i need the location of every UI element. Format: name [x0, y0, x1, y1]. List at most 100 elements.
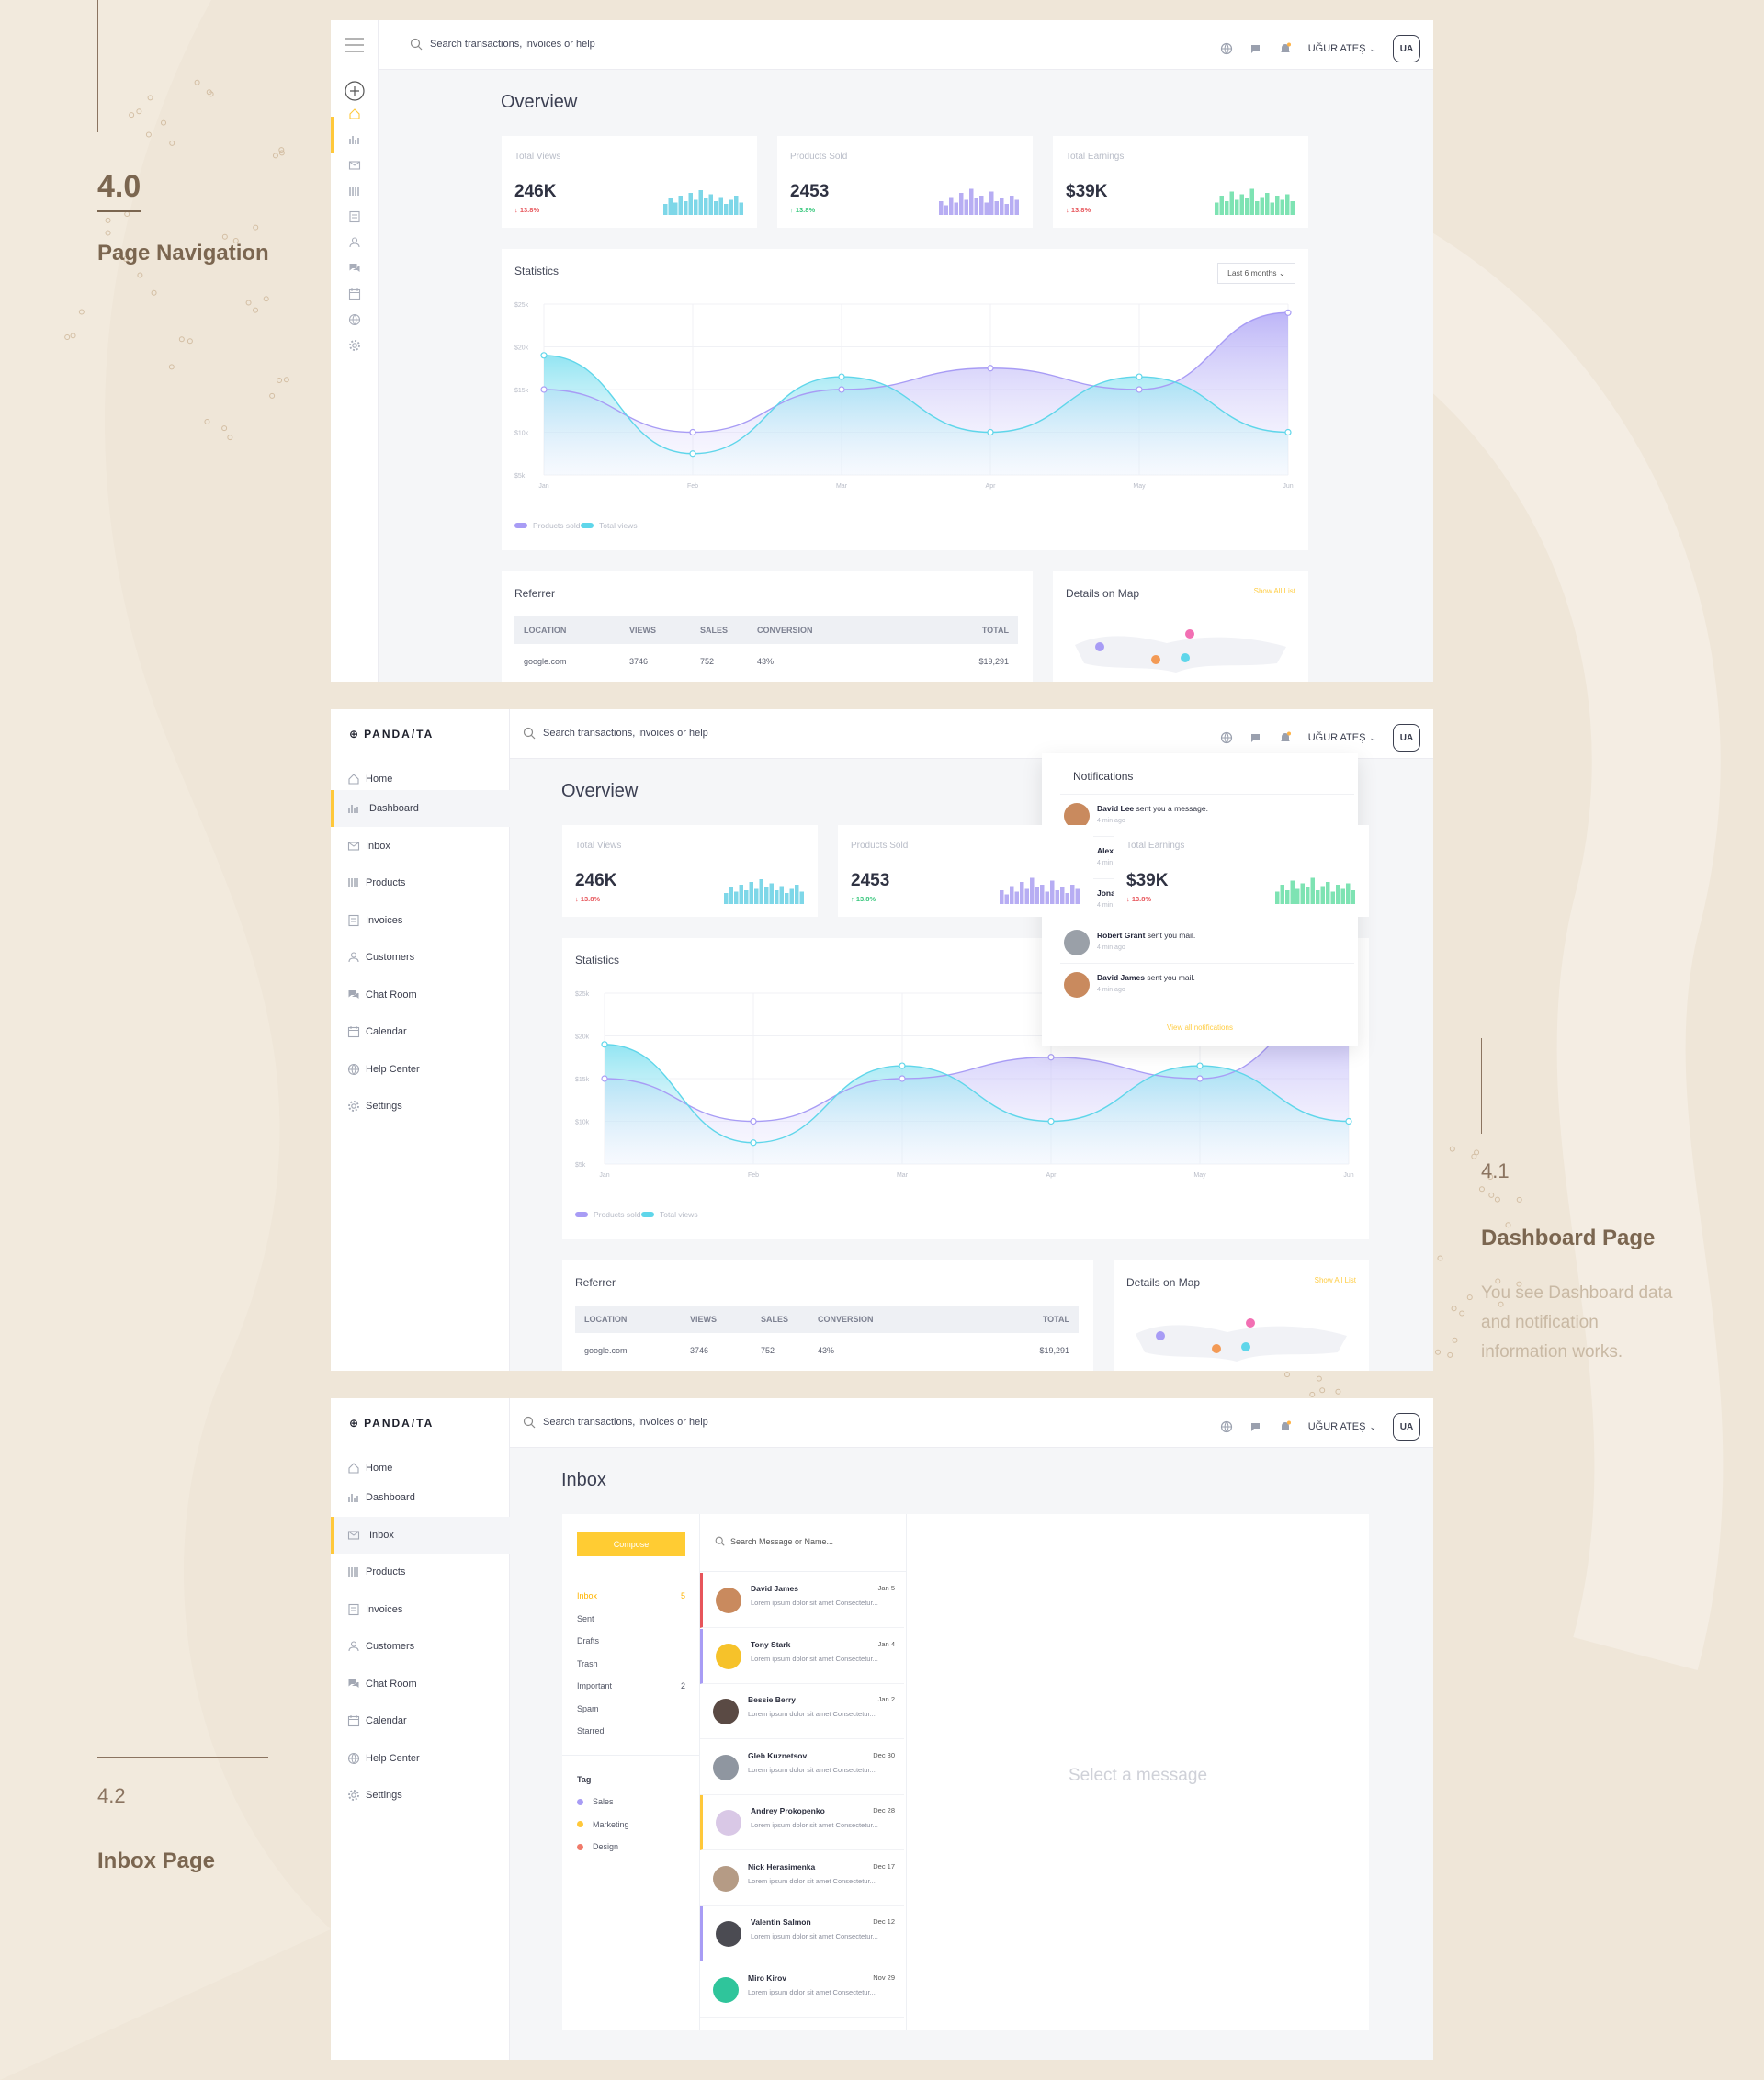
- view-all-notifications-link[interactable]: View all notifications: [1042, 1023, 1358, 1032]
- message-search-input[interactable]: Search Message or Name...: [715, 1536, 833, 1546]
- user-avatar[interactable]: UA: [1393, 1413, 1420, 1441]
- chat-icon[interactable]: [1250, 42, 1262, 55]
- nav-item-customers[interactable]: Customers: [331, 939, 510, 976]
- table-row[interactable]: google.com 3746 752 43% $19,291: [514, 648, 1018, 675]
- nav-item-products[interactable]: Products: [331, 865, 510, 901]
- nav-item-dashboard[interactable]: Dashboard: [331, 790, 510, 827]
- folder-starred[interactable]: Starred: [577, 1726, 685, 1735]
- app-logo[interactable]: ⊕ PANDA/TA: [349, 728, 434, 740]
- chart-icon[interactable]: [348, 133, 361, 146]
- message-item[interactable]: Tony Stark Jan 4 Lorem ipsum dolor sit ame…: [700, 1628, 904, 1684]
- notification-item[interactable]: Robert Grant sent you mail. 4 min ago: [1060, 921, 1354, 963]
- range-dropdown[interactable]: Last 6 months ⌄: [1217, 263, 1295, 284]
- nav-item-help-center[interactable]: Help Center: [331, 1051, 510, 1088]
- tag-design[interactable]: Design: [577, 1842, 618, 1851]
- nav-item-calendar[interactable]: Calendar: [331, 1702, 510, 1739]
- home-icon[interactable]: [348, 107, 361, 120]
- search-input[interactable]: Search transactions, invoices or help: [410, 38, 595, 51]
- show-all-link[interactable]: Show All List: [1315, 1276, 1356, 1284]
- tag-marketing[interactable]: Marketing: [577, 1820, 629, 1829]
- user-name[interactable]: UĞUR ATEŞ: [1308, 43, 1366, 54]
- nav-item-inbox[interactable]: Inbox: [331, 1516, 510, 1554]
- folder-spam[interactable]: Spam: [577, 1704, 685, 1713]
- nav-item-dashboard[interactable]: Dashboard: [331, 1479, 510, 1516]
- search-input[interactable]: Search transactions, invoices or help: [523, 727, 708, 740]
- nav-item-chat-room[interactable]: Chat Room: [331, 1666, 510, 1702]
- column-header[interactable]: CONVERSION: [757, 626, 813, 635]
- column-header[interactable]: LOCATION: [584, 1315, 627, 1324]
- bell-icon[interactable]: [1279, 42, 1292, 55]
- notification-text: David James sent you mail.: [1097, 973, 1195, 982]
- message-item[interactable]: David James Jan 5 Lorem ipsum dolor sit am…: [700, 1573, 904, 1628]
- globe-icon[interactable]: [1220, 1420, 1233, 1433]
- chat-icon[interactable]: [1250, 731, 1262, 744]
- show-all-link[interactable]: Show All List: [1254, 587, 1295, 595]
- message-item[interactable]: Miro Kirov Nov 29 Lorem ipsum dolor sit am…: [700, 1961, 904, 2018]
- products-icon[interactable]: [348, 185, 361, 198]
- gear-icon[interactable]: [348, 339, 361, 352]
- column-header[interactable]: VIEWS: [690, 1315, 717, 1324]
- column-header[interactable]: SALES: [700, 626, 728, 635]
- user-avatar[interactable]: UA: [1393, 35, 1420, 62]
- calendar-icon[interactable]: [348, 288, 361, 300]
- table-cell: 43%: [757, 657, 775, 666]
- app-logo[interactable]: ⊕ PANDA/TA: [349, 1417, 434, 1430]
- nav-item-customers[interactable]: Customers: [331, 1628, 510, 1665]
- chevron-down-icon[interactable]: ⌄: [1369, 1422, 1376, 1432]
- folder-sent[interactable]: Sent: [577, 1614, 685, 1623]
- nav-item-help-center[interactable]: Help Center: [331, 1740, 510, 1777]
- nav-item-chat-room[interactable]: Chat Room: [331, 977, 510, 1013]
- column-header[interactable]: VIEWS: [629, 626, 656, 635]
- chevron-down-icon[interactable]: ⌄: [1369, 44, 1376, 54]
- sparkline-bar: [779, 886, 784, 904]
- sparkline-bar: [718, 197, 723, 215]
- sparkline-bar: [789, 888, 794, 904]
- nav-item-inbox[interactable]: Inbox: [331, 828, 510, 865]
- column-header[interactable]: TOTAL: [982, 626, 1009, 635]
- nav-item-settings[interactable]: Settings: [331, 1088, 510, 1125]
- folder-inbox[interactable]: Inbox 5: [577, 1591, 685, 1600]
- search-input[interactable]: Search transactions, invoices or help: [523, 1416, 708, 1429]
- sparkline-bar: [1330, 891, 1335, 904]
- globe-icon[interactable]: [1220, 731, 1233, 744]
- nav-item-calendar[interactable]: Calendar: [331, 1013, 510, 1050]
- column-header[interactable]: LOCATION: [524, 626, 566, 635]
- mail-icon[interactable]: [348, 159, 361, 172]
- menu-icon[interactable]: [345, 37, 365, 53]
- user-avatar[interactable]: UA: [1393, 724, 1420, 752]
- sparkline-bar: [1295, 888, 1300, 904]
- message-item[interactable]: Nick Herasimenka Dec 17 Lorem ipsum dolor …: [700, 1850, 904, 1906]
- nav-item-settings[interactable]: Settings: [331, 1777, 510, 1814]
- add-icon[interactable]: [345, 81, 365, 101]
- invoice-icon[interactable]: [348, 210, 361, 223]
- globe-icon[interactable]: [1220, 42, 1233, 55]
- nav-item-invoices[interactable]: Invoices: [331, 902, 510, 939]
- message-item[interactable]: Valentin Salmon Dec 12 Lorem ipsum dolor s…: [700, 1906, 904, 1961]
- chat-icon[interactable]: [348, 262, 361, 275]
- decoration-dot: [151, 289, 157, 296]
- column-header[interactable]: CONVERSION: [818, 1315, 874, 1324]
- bell-icon[interactable]: [1279, 1420, 1292, 1433]
- table-row[interactable]: google.com 3746 752 43% $19,291: [575, 1337, 1079, 1364]
- chat-icon[interactable]: [1250, 1420, 1262, 1433]
- message-item[interactable]: Andrey Prokopenko Dec 28 Lorem ipsum dolor…: [700, 1795, 904, 1850]
- tag-sales[interactable]: Sales: [577, 1797, 614, 1806]
- globe-icon[interactable]: [348, 313, 361, 326]
- folder-drafts[interactable]: Drafts: [577, 1636, 685, 1645]
- compose-button[interactable]: Compose: [577, 1532, 685, 1556]
- chevron-down-icon[interactable]: ⌄: [1369, 733, 1376, 743]
- message-item[interactable]: Gleb Kuznetsov Dec 30 Lorem ipsum dolor si…: [700, 1739, 904, 1795]
- column-header[interactable]: SALES: [761, 1315, 788, 1324]
- folder-trash[interactable]: Trash: [577, 1659, 685, 1668]
- notification-item[interactable]: David James sent you mail. 4 min ago: [1060, 963, 1354, 1005]
- user-name[interactable]: UĞUR ATEŞ: [1308, 1421, 1366, 1432]
- user-name[interactable]: UĞUR ATEŞ: [1308, 732, 1366, 743]
- nav-item-invoices[interactable]: Invoices: [331, 1591, 510, 1628]
- user-icon[interactable]: [348, 236, 361, 249]
- column-header[interactable]: TOTAL: [1043, 1315, 1069, 1324]
- sparkline-chart: [724, 879, 804, 904]
- bell-icon[interactable]: [1279, 731, 1292, 744]
- message-item[interactable]: Bessie Berry Jan 2 Lorem ipsum dolor sit a…: [700, 1684, 904, 1739]
- nav-item-products[interactable]: Products: [331, 1554, 510, 1590]
- folder-important[interactable]: Important 2: [577, 1681, 685, 1690]
